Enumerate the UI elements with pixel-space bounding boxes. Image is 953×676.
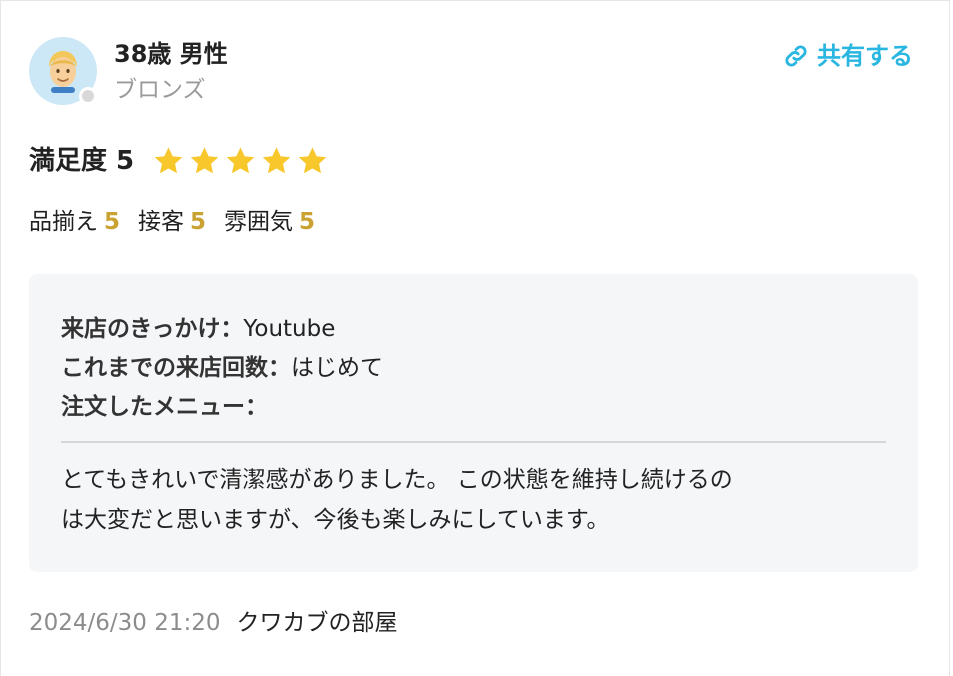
star-rating bbox=[152, 145, 329, 177]
share-button[interactable]: 共有する bbox=[783, 41, 913, 71]
share-label: 共有する bbox=[817, 42, 913, 70]
sub-rating-item: 接客 5 bbox=[138, 206, 206, 238]
star-icon bbox=[154, 147, 183, 174]
review-comment: とてもきれいで清潔感がありました。 この状態を維持し続けるの は大変だと思います… bbox=[61, 460, 891, 540]
review-comment-line: とてもきれいで清潔感がありました。 この状態を維持し続けるの bbox=[61, 467, 733, 493]
ordered-menu-label: 注文したメニュー： bbox=[61, 394, 268, 420]
sub-rating-label: 接客 bbox=[138, 209, 185, 235]
visit-trigger-row: 来店のきっかけ：Youtube bbox=[61, 310, 383, 349]
sub-rating-label: 雰囲気 bbox=[224, 209, 294, 235]
ordered-menu-row: 注文したメニュー： bbox=[61, 388, 383, 427]
divider bbox=[61, 441, 886, 443]
review-date: 2024/6/30 21:20 bbox=[29, 610, 221, 636]
link-icon bbox=[785, 45, 807, 67]
visit-count-value: はじめて bbox=[291, 355, 383, 381]
visit-count-row: これまでの来店回数：はじめて bbox=[61, 349, 383, 388]
sub-rating-value: 5 bbox=[190, 209, 207, 235]
visit-details-box: 来店のきっかけ：Youtube これまでの来店回数：はじめて 注文したメニュー：… bbox=[29, 274, 918, 572]
reviewer-name: 38歳 男性 bbox=[114, 40, 228, 68]
review-footer: 2024/6/30 21:20 クワカブの部屋 bbox=[29, 606, 398, 640]
shop-name-link[interactable]: クワカブの部屋 bbox=[237, 606, 398, 640]
sub-rating-value: 5 bbox=[104, 209, 121, 235]
reviewer-rank: ブロンズ bbox=[114, 77, 206, 103]
visit-count-label: これまでの来店回数： bbox=[61, 355, 291, 381]
review-card: 38歳 男性 ブロンズ 共有する 満足度 5 品揃え 5 接客 5 雰囲気 5 来店の… bbox=[0, 0, 950, 676]
sub-rating-value: 5 bbox=[299, 209, 316, 235]
star-icon bbox=[190, 147, 219, 174]
satisfaction-rating: 満足度 5 bbox=[29, 144, 329, 178]
star-icon bbox=[262, 147, 291, 174]
avatar[interactable] bbox=[29, 37, 97, 105]
review-comment-line: は大変だと思いますが、今後も楽しみにしています。 bbox=[61, 507, 610, 533]
visit-trigger-value: Youtube bbox=[243, 316, 336, 342]
star-icon bbox=[226, 147, 255, 174]
sub-ratings: 品揃え 5 接客 5 雰囲気 5 bbox=[29, 206, 315, 238]
sub-rating-item: 品揃え 5 bbox=[29, 206, 120, 238]
man-face-icon bbox=[49, 51, 77, 93]
visit-details: 来店のきっかけ：Youtube これまでの来店回数：はじめて 注文したメニュー： bbox=[61, 310, 383, 427]
sub-rating-label: 品揃え bbox=[29, 209, 98, 235]
satisfaction-label: 満足度 5 bbox=[29, 146, 135, 176]
visit-trigger-label: 来店のきっかけ： bbox=[61, 316, 244, 342]
sub-rating-item: 雰囲気 5 bbox=[224, 206, 315, 238]
status-dot bbox=[79, 87, 97, 105]
star-icon bbox=[298, 147, 327, 174]
